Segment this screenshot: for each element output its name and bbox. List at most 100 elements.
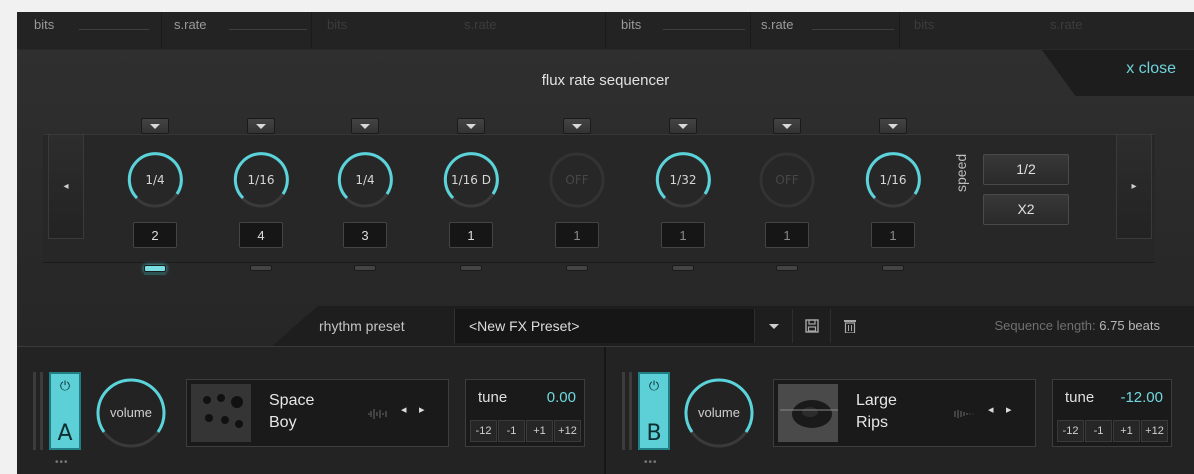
bits-slider[interactable] [79,29,149,30]
step-rate-knob[interactable]: 1/16 [863,150,923,210]
top-param-strip: bits s.rate bits s.rate bits s.rate bits… [17,12,1194,49]
s-rate-slider[interactable] [229,29,307,30]
more-dots[interactable]: ••• [644,457,658,468]
step-count[interactable]: 1 [449,222,493,248]
rhythm-preset-field[interactable]: <New FX Preset> [454,309,754,343]
chevron-down-icon [256,123,266,129]
speed-label: speed [953,153,969,192]
step-led[interactable] [566,265,588,271]
prev-page-button[interactable]: ◂ [48,134,84,239]
s-rate-label-b-dim: s.rate [1050,17,1083,32]
step-rate-dropdown[interactable] [669,118,697,134]
instrument-thumbnail [191,384,251,442]
step-led[interactable] [354,265,376,271]
tune-minus-12-button[interactable]: -12 [1057,420,1084,442]
step-rate-dropdown[interactable] [247,118,275,134]
instrument-a-toggle[interactable]: ⏻ A [49,372,81,450]
step-rate-knob[interactable]: OFF [757,150,817,210]
tune-plus-12-button[interactable]: +12 [1141,420,1168,442]
chevron-down-icon [769,323,779,329]
step-rate-dropdown[interactable] [457,118,485,134]
step-led[interactable] [672,265,694,271]
instrument-selector-a[interactable]: Space Boy ◂ ▸ [186,379,449,447]
s-rate-label: s.rate [174,17,207,32]
step-led[interactable] [144,265,166,272]
instrument-name: Space Boy [269,390,314,434]
step-rate-knob[interactable]: OFF [547,150,607,210]
tune-minus-12-button[interactable]: -12 [470,420,497,442]
step-rate-dropdown[interactable] [879,118,907,134]
tune-control-a: tune 0.00 -12 -1 +1 +12 [465,379,585,447]
waveform-icon [954,410,974,418]
divider [605,12,606,49]
violin-image [778,384,838,442]
instrument-selector-b[interactable]: Large Rips ◂ ▸ [773,379,1036,447]
next-instrument-button[interactable]: ▸ [419,403,425,416]
chevron-down-icon [782,123,792,129]
divider [899,12,900,49]
step-led[interactable] [776,265,798,271]
tune-plus-1-button[interactable]: +1 [1113,420,1140,442]
tune-minus-1-button[interactable]: -1 [1085,420,1112,442]
tune-buttons: -12 -1 +1 +12 [1057,420,1169,442]
sequencer-step: 1/16 4 [227,50,307,271]
next-page-button[interactable]: ▸ [1116,134,1152,239]
step-count[interactable]: 2 [133,222,177,248]
tune-value[interactable]: -12.00 [1120,389,1163,406]
step-rate-knob[interactable]: 1/16 D [441,150,501,210]
instrument-b: ⏻ B ••• volume Large Rips ◂ ▸ tune -12.0… [606,347,1193,474]
delete-preset-button[interactable] [830,309,869,343]
flux-rate-plugin: bits s.rate bits s.rate bits s.rate bits… [17,12,1194,474]
step-rate-dropdown[interactable] [773,118,801,134]
preset-bar: rhythm preset <New FX Preset> Sequence l… [17,306,1194,346]
step-led[interactable] [460,265,482,271]
step-led[interactable] [250,265,272,271]
step-rate-dropdown[interactable] [563,118,591,134]
waveform-icon [368,409,387,419]
volume-knob-a[interactable]: volume [95,377,167,449]
tune-minus-1-button[interactable]: -1 [498,420,525,442]
step-count[interactable]: 3 [343,222,387,248]
instrument-name-line1: Large [856,392,897,409]
tune-label: tune [478,389,508,406]
bits-label-b: bits [621,17,642,32]
step-rate-knob[interactable]: 1/4 [335,150,395,210]
step-count[interactable]: 1 [555,222,599,248]
step-count[interactable]: 1 [765,222,809,248]
tune-buttons: -12 -1 +1 +12 [470,420,582,442]
speed-half-button[interactable]: 1/2 [983,154,1069,185]
s-rate-slider-b[interactable] [812,29,894,30]
tune-plus-1-button[interactable]: +1 [526,420,553,442]
step-count[interactable]: 1 [661,222,705,248]
slot-edge [622,372,625,450]
more-dots[interactable]: ••• [55,457,69,468]
tune-value[interactable]: 0.00 [547,389,576,406]
save-preset-button[interactable] [792,309,831,343]
sequencer-step: OFF 1 [543,50,623,271]
step-rate-value: OFF [565,173,589,187]
next-instrument-button[interactable]: ▸ [1006,403,1012,416]
tune-control-b: tune -12.00 -12 -1 +1 +12 [1052,379,1172,447]
instrument-b-toggle[interactable]: ⏻ B [638,372,670,450]
step-rate-knob[interactable]: 1/16 [231,150,291,210]
step-rate-knob[interactable]: 1/4 [125,150,185,210]
step-rate-knob[interactable]: 1/32 [653,150,713,210]
sequencer-step: OFF 1 [753,50,833,271]
step-rate-value: 1/4 [355,173,375,187]
bits-slider-b[interactable] [663,29,745,30]
prev-instrument-button[interactable]: ◂ [988,403,994,416]
preset-dropdown-button[interactable] [754,309,793,343]
instrument-letter: A [57,421,73,446]
volume-knob-b[interactable]: volume [683,377,755,449]
s-rate-label-dim: s.rate [464,17,497,32]
step-led[interactable] [882,265,904,271]
chevron-down-icon [678,123,688,129]
step-count[interactable]: 4 [239,222,283,248]
step-rate-dropdown[interactable] [141,118,169,134]
prev-instrument-button[interactable]: ◂ [401,403,407,416]
speed-double-button[interactable]: X2 [983,194,1069,225]
step-count[interactable]: 1 [871,222,915,248]
step-rate-dropdown[interactable] [351,118,379,134]
tune-plus-12-button[interactable]: +12 [554,420,581,442]
instrument-name-line2: Rips [856,414,889,431]
